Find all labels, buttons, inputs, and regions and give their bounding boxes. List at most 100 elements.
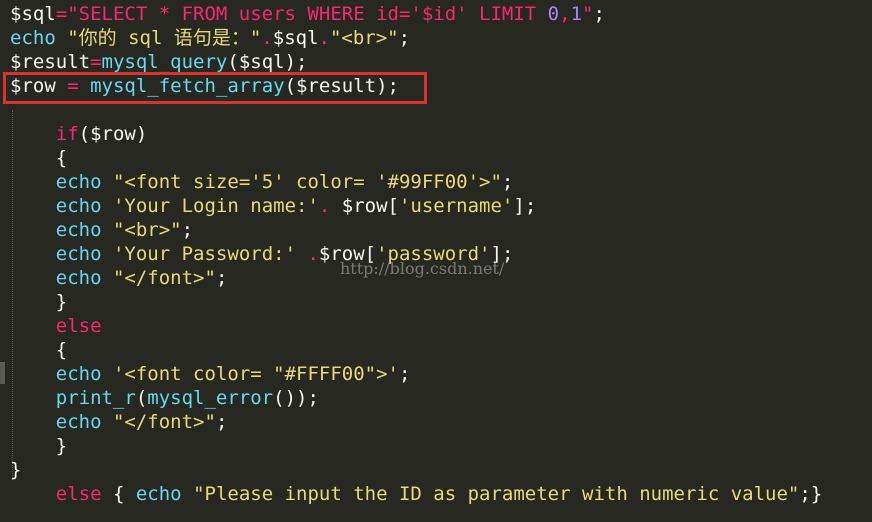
code-line[interactable]: if($row): [10, 122, 148, 146]
highlight-box: [3, 72, 427, 104]
code-token: .: [318, 195, 342, 217]
code-line[interactable]: {: [10, 146, 67, 170]
code-line[interactable]: else: [10, 314, 102, 338]
code-token: =: [90, 51, 102, 73]
code-line[interactable]: {: [10, 338, 67, 362]
code-token: "SELECT * FROM users WHERE id='$id' LIMI…: [67, 3, 548, 25]
code-token: echo: [55, 219, 102, 241]
code-token: 'Your Password:': [112, 243, 297, 265]
code-token: echo: [55, 411, 102, 433]
code-token: echo: [55, 171, 102, 193]
code-token: ($row): [78, 123, 148, 145]
code-token: {: [10, 339, 68, 361]
code-line[interactable]: echo "<font size='5' color= '#99FF00'>";: [10, 170, 514, 194]
code-line[interactable]: echo '<font color= "#FFFF00">';: [10, 362, 411, 386]
code-token: ;: [501, 171, 514, 193]
code-token: .: [296, 243, 319, 265]
code-token: mysql_query: [101, 51, 228, 73]
code-token: ;: [215, 267, 228, 289]
code-token: ;: [398, 363, 411, 385]
code-token: "</font>": [112, 411, 216, 433]
code-token: 'username': [398, 195, 514, 217]
code-token: 1: [570, 3, 583, 25]
code-token: mysql_error: [147, 387, 274, 409]
code-token: ];: [513, 195, 537, 217]
code-token: ($sql);: [227, 51, 308, 73]
code-token: }: [10, 435, 68, 457]
code-token: $result: [10, 51, 91, 73]
code-token: .: [318, 27, 330, 49]
code-token: "Please input the ID as parameter with n…: [193, 483, 800, 505]
code-token: "<br>": [329, 27, 399, 49]
code-line[interactable]: echo 'Your Login name:'. $row['username'…: [10, 194, 537, 218]
code-token: }: [10, 459, 22, 481]
code-token: ,: [559, 3, 571, 25]
code-editor[interactable]: $sql="SELECT * FROM users WHERE id='$id'…: [0, 0, 872, 522]
code-token: echo: [135, 483, 182, 505]
code-token: echo: [55, 243, 102, 265]
code-line[interactable]: print_r(mysql_error());: [10, 386, 319, 410]
code-token: ;: [593, 3, 605, 25]
code-token: if: [55, 123, 79, 145]
code-line[interactable]: echo "</font>";: [10, 410, 228, 434]
code-token: "<br>": [112, 219, 182, 241]
code-token: echo: [55, 363, 102, 385]
code-line[interactable]: }: [10, 290, 67, 314]
code-token: .: [261, 27, 273, 49]
code-line[interactable]: else { echo "Please input the ID as para…: [10, 482, 822, 506]
code-token: print_r: [55, 387, 136, 409]
code-token: else: [55, 483, 102, 505]
code-token: ;: [181, 219, 194, 241]
code-token: echo: [55, 195, 102, 217]
code-token: 0: [547, 3, 560, 25]
code-token: echo: [55, 267, 102, 289]
code-line[interactable]: }: [10, 458, 21, 482]
code-token: ;}: [799, 483, 823, 505]
code-token: ());: [273, 387, 319, 409]
code-token: ;: [398, 27, 411, 49]
code-token: "</font>": [112, 267, 216, 289]
code-token: ": [582, 3, 594, 25]
code-line[interactable]: $sql="SELECT * FROM users WHERE id='$id'…: [10, 2, 605, 26]
code-token: '<font color= "#FFFF00">': [112, 363, 399, 385]
code-line[interactable]: $result=mysql_query($sql);: [10, 50, 307, 74]
code-token: else: [55, 315, 102, 337]
code-token: $sql: [10, 3, 56, 25]
code-token: "你的 sql 语句是：": [67, 27, 262, 49]
code-line[interactable]: }: [10, 434, 67, 458]
code-token: "<font size='5' color= '#99FF00'>": [112, 171, 502, 193]
code-token: ;: [215, 411, 228, 433]
code-token: {: [10, 147, 68, 169]
code-line[interactable]: echo "你的 sql 语句是：".$sql."<br>";: [10, 26, 410, 50]
code-line[interactable]: echo "<br>";: [10, 218, 193, 242]
code-token: $row[: [341, 195, 399, 217]
code-token: $sql: [272, 27, 319, 49]
code-token: =: [55, 3, 68, 25]
code-line[interactable]: echo "</font>";: [10, 266, 228, 290]
watermark: http://blog.csdn.net/: [340, 259, 505, 278]
code-token: }: [10, 291, 68, 313]
gutter-marker: [0, 362, 5, 384]
code-token: (: [135, 387, 148, 409]
code-token: echo: [10, 27, 56, 49]
code-token: 'Your Login name:': [112, 195, 319, 217]
